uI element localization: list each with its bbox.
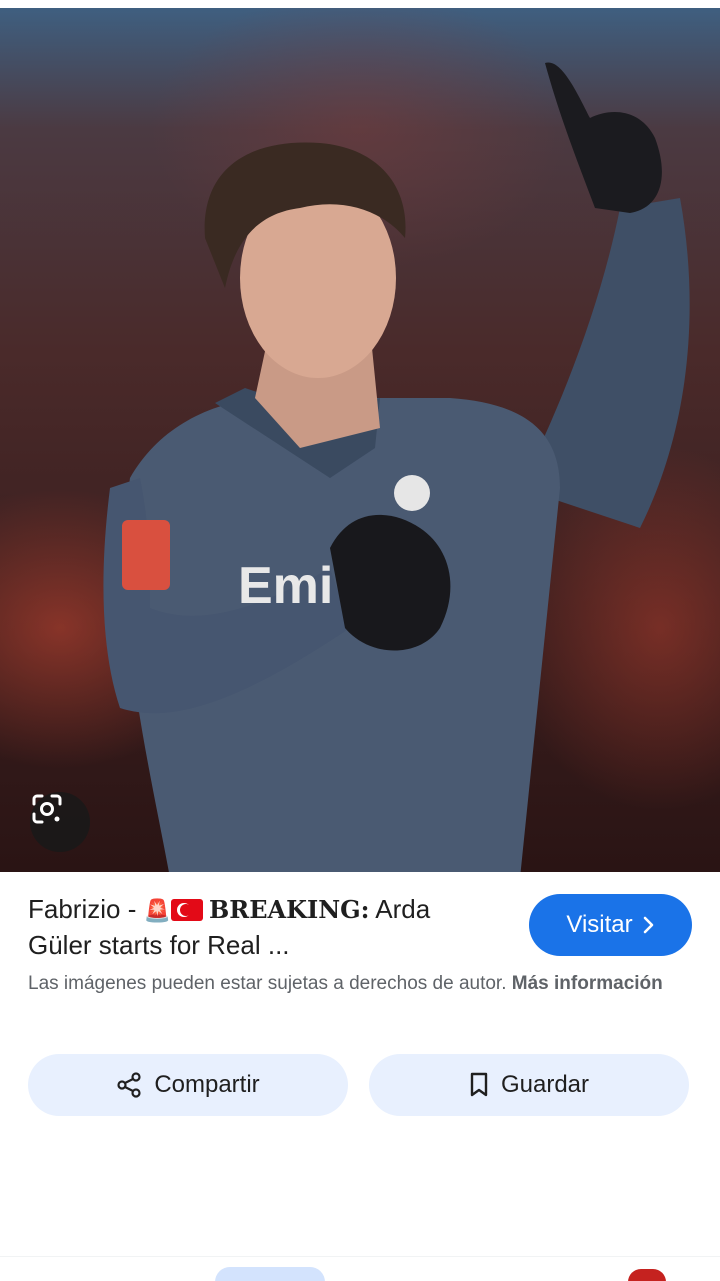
title-line2: Güler starts for Real ... bbox=[28, 930, 290, 960]
copyright-notice: Las imágenes pueden estar sujetas a dere… bbox=[28, 970, 668, 998]
turkey-flag-icon bbox=[170, 899, 203, 921]
visit-button[interactable]: Visitar bbox=[529, 894, 692, 956]
visit-label: Visitar bbox=[566, 911, 633, 938]
title-line1-rest: Arda bbox=[369, 894, 431, 924]
save-button[interactable]: Guardar bbox=[369, 1054, 689, 1116]
title-breaking: BREAKING: bbox=[208, 895, 370, 924]
title-prefix: Fabrizio - bbox=[28, 894, 144, 924]
bookmark-icon bbox=[470, 1072, 488, 1097]
copyright-text: Las imágenes pueden estar sujetas a dere… bbox=[28, 973, 507, 994]
share-label: Compartir bbox=[154, 1071, 260, 1098]
result-image[interactable]: Emi bbox=[0, 8, 720, 872]
notification-badge bbox=[628, 1269, 666, 1281]
siren-emoji: 🚨 bbox=[143, 898, 171, 923]
status-bar bbox=[0, 0, 720, 8]
bottom-navigation-bar bbox=[0, 1256, 720, 1281]
player-photo-graphic: Emi bbox=[103, 62, 690, 872]
more-info-link[interactable]: Más información bbox=[512, 973, 663, 994]
chevron-right-icon bbox=[643, 916, 653, 934]
svg-text:Emi: Emi bbox=[238, 557, 333, 615]
result-title[interactable]: Fabrizio - 🚨 BREAKING: Arda Güler starts … bbox=[28, 892, 498, 963]
nav-active-item[interactable] bbox=[215, 1267, 325, 1281]
share-button[interactable]: Compartir bbox=[28, 1054, 348, 1116]
share-icon bbox=[117, 1072, 141, 1098]
google-lens-icon[interactable] bbox=[30, 792, 90, 852]
save-label: Guardar bbox=[500, 1071, 590, 1098]
